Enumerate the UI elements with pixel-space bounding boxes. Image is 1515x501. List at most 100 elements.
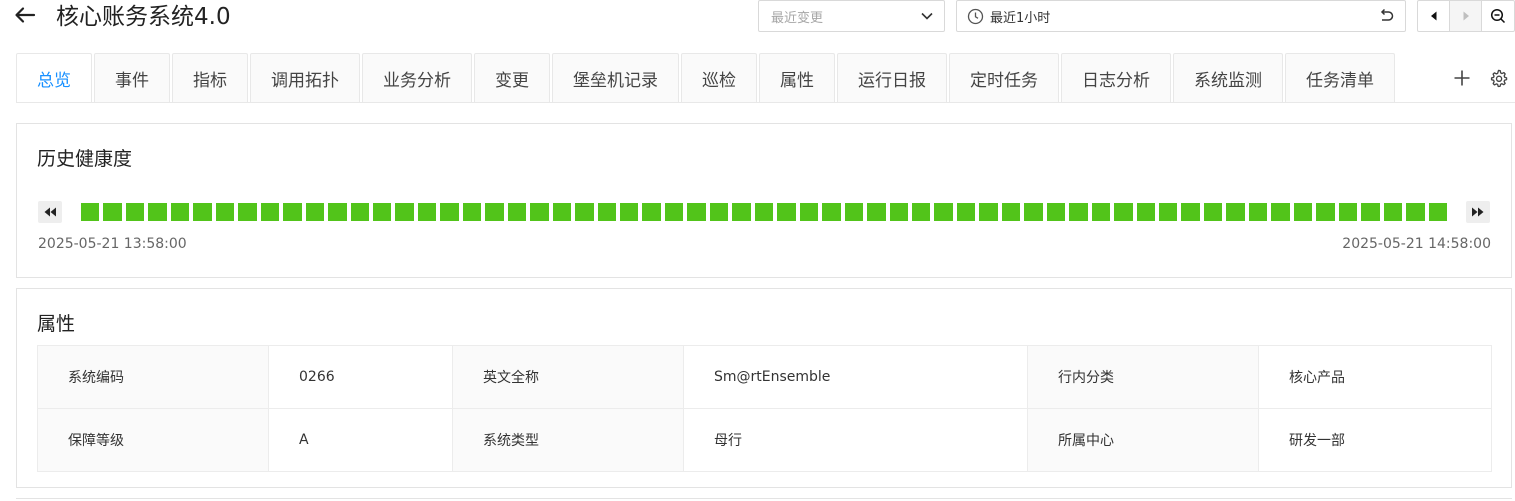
- health-timeline: [81, 203, 1447, 221]
- health-segment[interactable]: [462, 203, 482, 221]
- health-segment[interactable]: [1361, 203, 1380, 221]
- health-segment[interactable]: [1338, 203, 1358, 221]
- health-next-button[interactable]: [1466, 201, 1490, 223]
- health-segment[interactable]: [867, 203, 886, 221]
- attributes-card: 属性 系统编码 0266 英文全称 Sm@rtEnsemble 行内分类 核心产品 保障等级…: [16, 288, 1512, 488]
- health-segment[interactable]: [395, 203, 414, 221]
- attribute-row: 保障等级 A 系统类型 母行 所属中心 研发一部: [37, 408, 1492, 472]
- health-segment[interactable]: [530, 203, 549, 221]
- back-arrow-icon[interactable]: [14, 4, 40, 28]
- health-segment[interactable]: [260, 203, 280, 221]
- health-segment[interactable]: [1136, 203, 1156, 221]
- tab-10[interactable]: 定时任务: [949, 53, 1059, 102]
- health-segment[interactable]: [1159, 203, 1178, 221]
- time-next-button[interactable]: [1450, 1, 1482, 31]
- health-segment[interactable]: [1271, 203, 1290, 221]
- tab-12[interactable]: 系统监测: [1173, 53, 1283, 102]
- health-segment[interactable]: [350, 203, 369, 221]
- health-segment[interactable]: [1069, 203, 1088, 221]
- gear-icon[interactable]: [1489, 69, 1508, 88]
- health-segment[interactable]: [485, 203, 504, 221]
- health-segment[interactable]: [81, 203, 100, 221]
- health-segment[interactable]: [507, 203, 527, 221]
- health-segment[interactable]: [956, 203, 976, 221]
- health-segment[interactable]: [305, 203, 325, 221]
- tab-11[interactable]: 日志分析: [1061, 53, 1171, 102]
- health-segment[interactable]: [1226, 203, 1245, 221]
- health-segment[interactable]: [103, 203, 122, 221]
- health-segment[interactable]: [754, 203, 774, 221]
- tab-9[interactable]: 运行日报: [837, 53, 947, 102]
- tab-4[interactable]: 业务分析: [362, 53, 472, 102]
- health-segment[interactable]: [979, 203, 998, 221]
- time-range-picker[interactable]: 最近1小时: [956, 0, 1406, 32]
- tab-8[interactable]: 属性: [759, 53, 835, 102]
- health-segment[interactable]: [1383, 203, 1403, 221]
- tab-bar-divider: [16, 102, 1515, 103]
- health-segment[interactable]: [934, 203, 953, 221]
- time-prev-button[interactable]: [1418, 1, 1450, 31]
- chevron-down-icon: [921, 12, 933, 20]
- clock-icon: [967, 8, 984, 24]
- health-segment[interactable]: [1046, 203, 1066, 221]
- health-segment[interactable]: [440, 203, 459, 221]
- attribute-key: 英文全称: [452, 345, 684, 409]
- health-segment[interactable]: [1316, 203, 1335, 221]
- tab-13[interactable]: 任务清单: [1285, 53, 1395, 102]
- health-segment[interactable]: [1181, 203, 1200, 221]
- health-segment[interactable]: [125, 203, 145, 221]
- health-segment[interactable]: [1114, 203, 1133, 221]
- health-segment[interactable]: [844, 203, 864, 221]
- attributes-title: 属性: [37, 313, 76, 335]
- health-segment[interactable]: [1091, 203, 1111, 221]
- health-segment[interactable]: [687, 203, 706, 221]
- tab-7[interactable]: 巡检: [681, 53, 757, 102]
- health-prev-button[interactable]: [38, 201, 62, 223]
- health-segment[interactable]: [148, 203, 167, 221]
- health-segment[interactable]: [664, 203, 684, 221]
- health-segment[interactable]: [732, 203, 751, 221]
- health-segment[interactable]: [283, 203, 302, 221]
- health-segment[interactable]: [709, 203, 729, 221]
- time-nav-group: [1417, 0, 1515, 32]
- undo-icon[interactable]: [1377, 7, 1395, 25]
- health-segment[interactable]: [170, 203, 190, 221]
- tab-5[interactable]: 变更: [474, 53, 550, 102]
- add-tab-icon[interactable]: [1452, 68, 1472, 88]
- health-segment[interactable]: [238, 203, 257, 221]
- health-segment[interactable]: [552, 203, 572, 221]
- tab-3[interactable]: 调用拓扑: [250, 53, 360, 102]
- zoom-out-button[interactable]: [1482, 1, 1514, 31]
- health-segment[interactable]: [1406, 203, 1425, 221]
- health-segment[interactable]: [620, 203, 639, 221]
- tab-6[interactable]: 堡垒机记录: [552, 53, 679, 102]
- attribute-key: 保障等级: [37, 408, 269, 472]
- attributes-table: 系统编码 0266 英文全称 Sm@rtEnsemble 行内分类 核心产品 保障等级 A 系统…: [37, 345, 1492, 472]
- health-segment[interactable]: [642, 203, 661, 221]
- health-segment[interactable]: [417, 203, 437, 221]
- health-segment[interactable]: [889, 203, 908, 221]
- health-segment[interactable]: [575, 203, 594, 221]
- recent-change-select[interactable]: 最近变更: [758, 0, 945, 32]
- health-segment[interactable]: [1203, 203, 1223, 221]
- tab-1[interactable]: 事件: [94, 53, 170, 102]
- health-segment[interactable]: [777, 203, 796, 221]
- tab-0[interactable]: 总览: [16, 53, 92, 102]
- health-segment[interactable]: [1248, 203, 1268, 221]
- health-segment[interactable]: [1293, 203, 1313, 221]
- health-segment[interactable]: [597, 203, 616, 221]
- health-segment[interactable]: [1001, 203, 1021, 221]
- attribute-value: 研发一部: [1258, 408, 1492, 472]
- health-segment[interactable]: [1024, 203, 1043, 221]
- health-segment[interactable]: [328, 203, 347, 221]
- health-segment[interactable]: [215, 203, 235, 221]
- caret-left-icon: [1430, 11, 1436, 21]
- tab-2[interactable]: 指标: [172, 53, 248, 102]
- health-segment[interactable]: [193, 203, 212, 221]
- health-segment[interactable]: [822, 203, 841, 221]
- health-segment[interactable]: [372, 203, 392, 221]
- health-segment[interactable]: [799, 203, 819, 221]
- health-segment[interactable]: [1428, 203, 1447, 221]
- attribute-value: 核心产品: [1258, 345, 1492, 409]
- health-segment[interactable]: [911, 203, 931, 221]
